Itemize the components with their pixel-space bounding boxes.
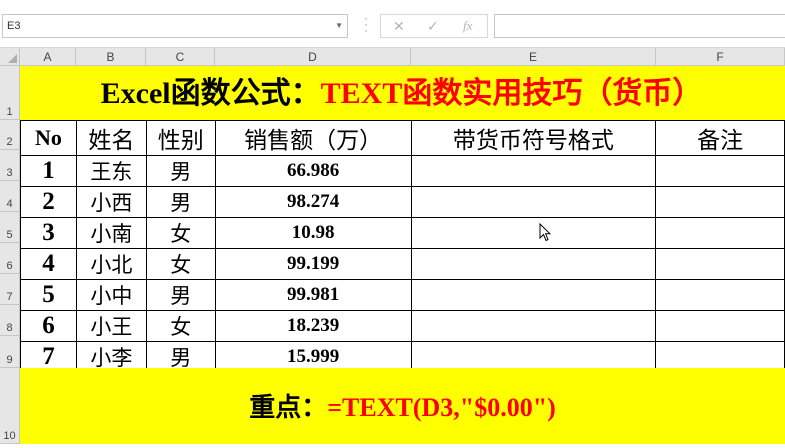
- column-header-f[interactable]: F: [656, 48, 785, 66]
- row-header-6[interactable]: 6: [0, 243, 20, 274]
- header-gender[interactable]: 性别: [145, 120, 216, 156]
- cell-no[interactable]: 5: [20, 279, 77, 311]
- sales-table: No 姓名 性别 销售额（万） 带货币符号格式 备注 1 王东 男 66.986…: [20, 120, 785, 373]
- title-prefix: Excel函数公式：: [100, 77, 321, 110]
- cell-gender[interactable]: 男: [145, 155, 216, 187]
- cell-note[interactable]: [655, 217, 785, 249]
- cell-no[interactable]: 2: [20, 186, 77, 218]
- formula-bar: E3 ▼ · · · ✕ ✓ fx: [0, 0, 785, 48]
- select-all-button[interactable]: [0, 48, 20, 66]
- arrow-cursor-icon: [539, 223, 551, 242]
- header-name[interactable]: 姓名: [75, 120, 147, 156]
- cell-formatted[interactable]: [410, 248, 657, 280]
- worksheet: Excel函数公式：TEXT函数实用技巧（货币） No 姓名 性别 销售额（万）…: [20, 66, 785, 444]
- table-header-row: No 姓名 性别 销售额（万） 带货币符号格式 备注: [20, 120, 785, 156]
- cell-note[interactable]: [655, 186, 785, 218]
- name-box[interactable]: E3 ▼: [2, 14, 348, 38]
- header-note[interactable]: 备注: [655, 120, 785, 156]
- row-header-5[interactable]: 5: [0, 212, 20, 243]
- row-header-1[interactable]: 1: [0, 66, 20, 120]
- cell-no[interactable]: 3: [20, 217, 77, 249]
- row-header-8[interactable]: 8: [0, 305, 20, 336]
- table-row: 5 小中 男 99.981: [20, 279, 785, 311]
- cell-no[interactable]: 1: [20, 155, 77, 187]
- cell-gender[interactable]: 女: [145, 310, 216, 342]
- check-icon[interactable]: ✓: [427, 17, 439, 35]
- key-point: 重点：=TEXT(D3,"$0.00"): [20, 368, 785, 444]
- cell-note[interactable]: [655, 279, 785, 311]
- cell-note[interactable]: [655, 155, 785, 187]
- cell-name[interactable]: 小王: [75, 310, 147, 342]
- cell-note[interactable]: [655, 248, 785, 280]
- table-row: 1 王东 男 66.986: [20, 155, 785, 187]
- cell-gender[interactable]: 女: [145, 217, 216, 249]
- cell-note[interactable]: [655, 310, 785, 342]
- cell-sales[interactable]: 99.199: [214, 248, 412, 280]
- table-row: 6 小王 女 18.239: [20, 310, 785, 342]
- cell-name[interactable]: 小北: [75, 248, 147, 280]
- cell-no[interactable]: 4: [20, 248, 77, 280]
- title-topic: TEXT函数实用技巧（货币）: [320, 77, 703, 110]
- formula-input[interactable]: [494, 14, 785, 38]
- cell-no[interactable]: 6: [20, 310, 77, 342]
- cell-sales[interactable]: 98.274: [214, 186, 412, 218]
- row-header-10[interactable]: 10: [0, 368, 20, 444]
- formula-buttons: ✕ ✓ fx: [380, 14, 488, 38]
- column-header-b[interactable]: B: [76, 48, 146, 66]
- cell-sales[interactable]: 66.986: [214, 155, 412, 187]
- row-header-4[interactable]: 4: [0, 181, 20, 212]
- sheet-title: Excel函数公式：TEXT函数实用技巧（货币）: [20, 66, 783, 120]
- insert-function-button[interactable]: fx: [463, 17, 472, 35]
- chevron-down-icon[interactable]: ▼: [335, 15, 343, 37]
- row-header-9[interactable]: 9: [0, 336, 20, 368]
- cell-sales[interactable]: 10.98: [214, 217, 412, 249]
- table-row: 2 小西 男 98.274: [20, 186, 785, 218]
- cell-formatted[interactable]: [410, 279, 657, 311]
- cell-gender[interactable]: 女: [145, 248, 216, 280]
- header-formatted[interactable]: 带货币符号格式: [410, 120, 657, 156]
- drag-handle-icon[interactable]: · · ·: [364, 12, 368, 36]
- title-row[interactable]: Excel函数公式：TEXT函数实用技巧（货币）: [20, 66, 785, 120]
- cell-formatted[interactable]: [410, 217, 657, 249]
- key-point-label: 重点：: [249, 393, 328, 422]
- row-header-7[interactable]: 7: [0, 274, 20, 305]
- table-row: 4 小北 女 99.199: [20, 248, 785, 280]
- cell-sales[interactable]: 99.981: [214, 279, 412, 311]
- column-header-d[interactable]: D: [215, 48, 411, 66]
- name-box-value: E3: [7, 20, 21, 32]
- row-header-3[interactable]: 3: [0, 150, 20, 181]
- column-header-a[interactable]: A: [20, 48, 76, 66]
- cell-formatted[interactable]: [410, 186, 657, 218]
- column-header-c[interactable]: C: [146, 48, 215, 66]
- cell-formatted[interactable]: [410, 155, 657, 187]
- key-point-row[interactable]: 重点：=TEXT(D3,"$0.00"): [20, 368, 785, 444]
- table-row: 3 小南 女 10.98: [20, 217, 785, 249]
- cell-sales[interactable]: 18.239: [214, 310, 412, 342]
- cell-name[interactable]: 小南: [75, 217, 147, 249]
- row-header-2[interactable]: 2: [0, 120, 20, 150]
- header-sales[interactable]: 销售额（万）: [214, 120, 412, 156]
- cell-name[interactable]: 小中: [75, 279, 147, 311]
- x-icon[interactable]: ✕: [393, 17, 405, 35]
- cell-name[interactable]: 王东: [75, 155, 147, 187]
- column-header-e[interactable]: E: [411, 48, 656, 66]
- cell-gender[interactable]: 男: [145, 186, 216, 218]
- header-no[interactable]: No: [20, 120, 77, 156]
- cell-gender[interactable]: 男: [145, 279, 216, 311]
- cell-name[interactable]: 小西: [75, 186, 147, 218]
- cell-formatted[interactable]: [410, 310, 657, 342]
- key-point-formula: =TEXT(D3,"$0.00"): [327, 393, 556, 422]
